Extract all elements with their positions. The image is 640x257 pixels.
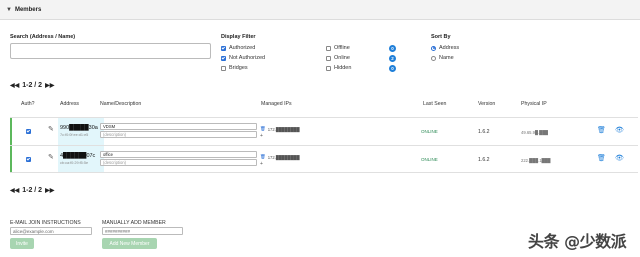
members-table-header: Auth? Address Name/Description Managed I…: [0, 101, 640, 111]
sort-label: Sort By: [431, 34, 451, 40]
col-address: Address: [60, 101, 80, 107]
pencil-icon[interactable]: ✎: [48, 154, 54, 161]
filter-hidden[interactable]: Hidden 0: [326, 64, 406, 72]
pager-top: ◀◀ 1-2 / 2 ▶▶: [10, 82, 54, 89]
filter-online[interactable]: Online 2: [326, 54, 406, 62]
physical-ip: 49.65.9█.███: [521, 130, 549, 135]
online-count-badge: 2: [389, 54, 396, 62]
pencil-icon[interactable]: ✎: [48, 126, 54, 133]
table-row: ✎ 990█████30a 7c:f0:0f:ee:d1:e5 VDSM (de…: [10, 117, 638, 145]
member-version: 1.6.2: [478, 157, 490, 163]
authorized-indicator: [10, 118, 12, 145]
checkbox-icon[interactable]: [221, 65, 226, 71]
col-auth: Auth?: [21, 101, 35, 107]
member-description-input[interactable]: (description): [100, 159, 257, 166]
auth-checkbox[interactable]: [26, 128, 31, 134]
search-block: Search (Address / Name): [10, 34, 211, 59]
radio-icon[interactable]: [431, 55, 436, 61]
add-ip-button[interactable]: +: [260, 161, 300, 167]
member-address-sub: cb:ca:f0:29:f5:5e: [60, 161, 89, 165]
checkbox-icon[interactable]: [326, 55, 331, 61]
add-ip-button[interactable]: +: [260, 133, 300, 139]
prev-page-icon[interactable]: ◀◀: [10, 82, 19, 89]
manual-add-label: MANUALLY ADD MEMBER: [102, 220, 166, 226]
pager-text: 1-2 / 2: [22, 82, 43, 89]
member-description-input[interactable]: (description): [100, 131, 257, 138]
filter-bridges[interactable]: Bridges: [221, 64, 326, 72]
checkbox-icon[interactable]: [221, 55, 226, 61]
managed-ip: 🗑 172.████████: [260, 154, 300, 160]
checkbox-icon[interactable]: [221, 45, 226, 51]
search-input[interactable]: [10, 43, 211, 59]
trash-icon[interactable]: 🗑: [260, 154, 266, 160]
filter-offline[interactable]: Offline 0: [326, 44, 406, 52]
email-input[interactable]: alice@example.com: [10, 227, 92, 235]
last-seen: ONLINE: [421, 157, 438, 162]
offline-count-badge: 0: [389, 44, 396, 52]
col-name: Name/Description: [100, 101, 142, 107]
chevron-down-icon: ▼: [6, 6, 12, 13]
table-row: ✎ 4██████07c cb:ca:f0:29:f5:5e office (d…: [10, 145, 638, 173]
col-managed-ips: Managed IPs: [261, 101, 292, 107]
members-section-header[interactable]: ▼ Members: [0, 0, 640, 20]
filter-label: Display Filter: [221, 34, 256, 40]
checkbox-icon[interactable]: [326, 65, 331, 71]
search-label: Search (Address / Name): [10, 34, 76, 40]
trash-icon[interactable]: 🗑: [597, 126, 606, 134]
managed-ip: 🗑 172.████████: [260, 126, 300, 132]
add-new-member-button[interactable]: Add New Member: [102, 238, 157, 249]
prev-page-icon[interactable]: ◀◀: [10, 187, 19, 194]
trash-icon[interactable]: 🗑: [597, 154, 606, 162]
section-title: Members: [14, 6, 42, 13]
authorized-indicator: [10, 146, 12, 172]
checkbox-icon[interactable]: [326, 45, 331, 51]
trash-icon[interactable]: 🗑: [260, 126, 266, 132]
watermark: 头条 @少数派: [528, 232, 627, 251]
manual-add-input[interactable]: ##########: [102, 227, 183, 235]
member-name-input[interactable]: VDSM: [100, 123, 257, 130]
auth-checkbox[interactable]: [26, 156, 31, 162]
hidden-count-badge: 0: [389, 64, 396, 72]
pager-bottom: ◀◀ 1-2 / 2 ▶▶: [10, 187, 54, 194]
filter-authorized[interactable]: Authorized: [221, 44, 326, 52]
next-page-icon[interactable]: ▶▶: [45, 187, 54, 194]
sort-name[interactable]: Name: [431, 54, 459, 62]
pager-text: 1-2 / 2: [22, 187, 43, 194]
hide-eye-icon[interactable]: 👁: [615, 154, 624, 162]
member-address-sub: 7c:f0:0f:ee:d1:e5: [60, 133, 89, 137]
next-page-icon[interactable]: ▶▶: [45, 82, 54, 89]
invite-button[interactable]: Invite: [10, 238, 34, 249]
member-address: 4██████07c: [60, 153, 96, 159]
email-join-label: E-MAIL JOIN INSTRUCTIONS: [10, 220, 81, 226]
display-filter: Display Filter Authorized Offline 0 Not …: [221, 34, 406, 72]
last-seen: ONLINE: [421, 129, 438, 134]
physical-ip: 222.███.1███: [521, 158, 551, 163]
sort-by: Sort By Address Name: [431, 34, 459, 62]
radio-icon[interactable]: [431, 45, 436, 51]
col-physical-ip: Physical IP: [521, 101, 547, 107]
member-name-input[interactable]: office: [100, 151, 257, 158]
col-version: Version: [478, 101, 496, 107]
member-address: 990█████30a: [60, 125, 98, 131]
hide-eye-icon[interactable]: 👁: [615, 126, 624, 134]
filter-not-authorized[interactable]: Not Authorized: [221, 54, 326, 62]
col-last-seen: Last Seen: [423, 101, 447, 107]
sort-address[interactable]: Address: [431, 44, 459, 52]
member-version: 1.6.2: [478, 129, 490, 135]
